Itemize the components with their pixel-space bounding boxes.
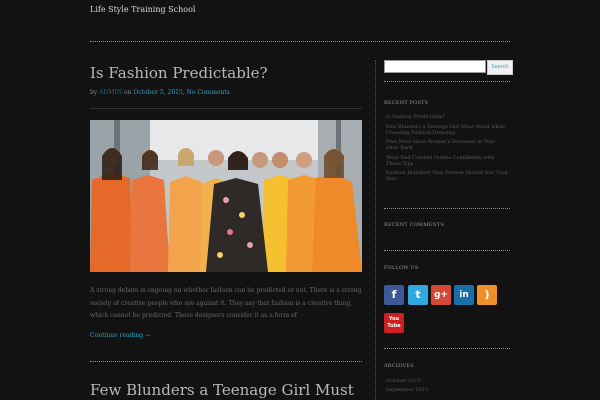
post-title-2[interactable]: Few Blunders a Teenage Girl Must xyxy=(90,381,354,399)
recent-posts-heading: RECENT POSTS xyxy=(384,100,429,106)
recent-post-link[interactable]: Is Fashion Predictable? xyxy=(386,114,445,120)
archive-item: October 2015 xyxy=(386,377,428,386)
recent-posts-list: Is Fashion Predictable? Few Blunders a T… xyxy=(386,114,508,186)
youtube-icon[interactable]: You Tube xyxy=(384,313,404,333)
search-button[interactable]: Search xyxy=(487,60,513,75)
meta-by-text: by xyxy=(90,89,98,96)
google-plus-icon[interactable]: g+ xyxy=(431,285,451,305)
recent-post-link[interactable]: Wear Red Colored Outfits Confidently wit… xyxy=(386,155,494,167)
recent-post-item: Wear Red Colored Outfits Confidently wit… xyxy=(386,155,508,167)
recent-posts-divider xyxy=(384,208,510,209)
site-title[interactable]: Life Style Training School xyxy=(90,5,195,14)
recent-post-item: Fashion Blunders That Women Should Not T… xyxy=(386,170,508,182)
recent-comments-divider xyxy=(384,250,510,251)
archives-list: October 2015 September 2015 xyxy=(386,377,428,395)
follow-divider xyxy=(384,348,510,349)
recent-post-item: Five Must Have Women's Footwear in Your … xyxy=(386,139,508,151)
archives-heading: ARCHIVES xyxy=(384,363,414,369)
post-meta: by ADMIN on October 5, 2015, No Comments xyxy=(90,89,230,96)
twitter-icon[interactable]: t xyxy=(408,285,428,305)
recent-post-item: Is Fashion Predictable? xyxy=(386,114,508,120)
recent-comments-heading: RECENT COMMENTS xyxy=(384,222,445,228)
archive-link[interactable]: September 2015 xyxy=(386,387,428,393)
linkedin-icon[interactable]: in xyxy=(454,285,474,305)
recent-post-item: Few Blunders a Teenage Girl Must Avoid w… xyxy=(386,124,508,136)
post-author-link[interactable]: ADMIN xyxy=(99,89,122,96)
post-featured-image[interactable] xyxy=(90,120,362,272)
post-divider xyxy=(90,361,362,362)
post-title-rule xyxy=(90,108,362,109)
post-date-link[interactable]: October 5, 2015 xyxy=(133,89,182,96)
follow-us-heading: FOLLOW US xyxy=(384,265,419,271)
search-divider xyxy=(384,81,510,82)
rss-icon[interactable]: ) xyxy=(477,285,497,305)
recent-post-link[interactable]: Fashion Blunders That Women Should Not T… xyxy=(386,170,508,182)
archive-link[interactable]: October 2015 xyxy=(386,378,421,384)
recent-post-link[interactable]: Few Blunders a Teenage Girl Must Avoid w… xyxy=(386,124,505,136)
post-title[interactable]: Is Fashion Predictable? xyxy=(90,64,268,82)
archive-item: September 2015 xyxy=(386,386,428,395)
header-divider xyxy=(90,41,510,42)
sidebar-divider xyxy=(375,60,376,400)
recent-post-link[interactable]: Five Must Have Women's Footwear in Your … xyxy=(386,139,495,151)
post-excerpt: A strong debate is ongoing on whether fa… xyxy=(90,287,362,319)
search-input[interactable] xyxy=(384,60,486,73)
continue-reading-link[interactable]: Continue reading → xyxy=(90,332,150,339)
meta-on-text: on xyxy=(124,89,132,96)
meta-separator: , xyxy=(182,89,185,96)
facebook-icon[interactable]: f xyxy=(384,285,404,305)
post-comments-link[interactable]: No Comments xyxy=(187,89,230,96)
